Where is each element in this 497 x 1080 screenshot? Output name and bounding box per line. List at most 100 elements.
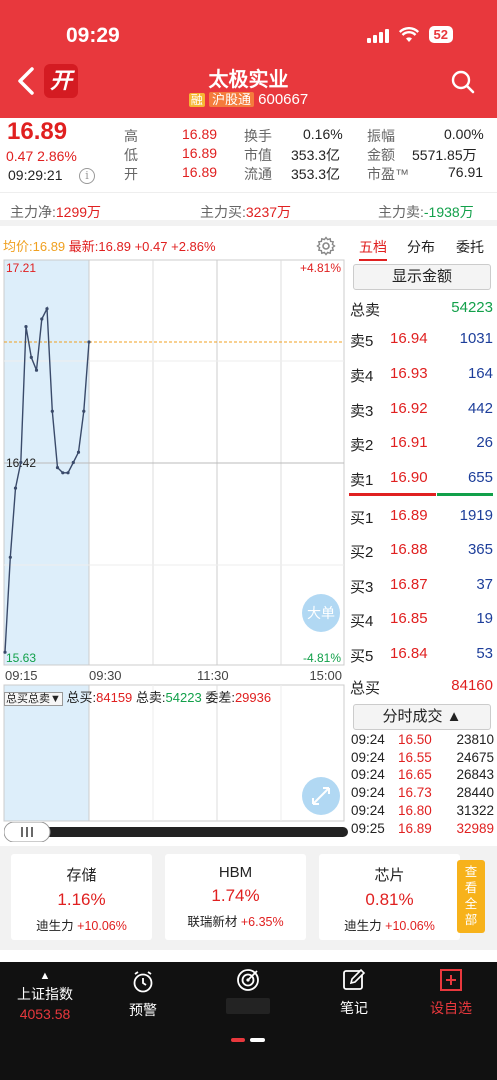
status-time: 09:29: [66, 24, 120, 47]
caret-up-icon: ▲: [446, 708, 462, 725]
bid-row: 买4 16.85 19: [350, 610, 493, 630]
nav-add-watchlist[interactable]: 设自选: [421, 968, 481, 1018]
price-point: [55, 466, 60, 470]
main-sell: 主力卖:-1938万: [378, 204, 474, 220]
y-min-label: 15.63: [6, 651, 36, 665]
caret-up-icon: ▲: [39, 970, 51, 982]
tab-orders[interactable]: 委托: [456, 237, 484, 257]
main-buy: 主力买:3237万: [200, 204, 292, 220]
gear-icon[interactable]: [316, 236, 336, 256]
chart-scrollbar[interactable]: [4, 822, 348, 842]
price-point: [50, 409, 54, 413]
price-point: [45, 307, 49, 311]
volume-header: 总买总卖▼ 总买:84159 总卖:54223 委差:29936: [4, 690, 272, 706]
nav-note[interactable]: 笔记: [324, 968, 384, 1018]
price-point: [40, 317, 44, 321]
last-price: 16.89: [7, 118, 68, 145]
stock-subtitle: 融 沪股通 600667: [0, 89, 497, 108]
total-sell-row: 总卖 54223: [350, 299, 493, 319]
price-point: [29, 355, 33, 359]
nav-target[interactable]: [218, 967, 278, 1014]
stock-name: 太极实业: [208, 69, 289, 91]
svg-text:大单: 大单: [307, 605, 335, 621]
bottom-nav: ▲ 上证指数 4053.58 预警 笔记 设自选: [0, 962, 497, 1080]
ask-row: 卖2 16.91 26: [350, 434, 493, 454]
float-label: 流通: [244, 166, 272, 182]
margin-badge: 融: [188, 93, 205, 107]
price-point: [71, 460, 75, 465]
orderbook-tabs: 五档 分布 委托: [349, 232, 497, 261]
y-max-label: 17.21: [6, 261, 36, 275]
nav-index[interactable]: ▲ 上证指数 4053.58: [12, 970, 78, 1022]
show-amount-button[interactable]: 显示金额: [353, 264, 491, 290]
info-icon[interactable]: i: [79, 168, 95, 184]
sector-card-hbm[interactable]: HBM 1.74% 联瑞新材 +6.35%: [165, 854, 306, 940]
total-buy-row: 总买 84160: [350, 677, 493, 697]
battery-icon: 52: [428, 26, 453, 43]
low-label: 低: [124, 147, 138, 163]
sector-cards: 存储 1.16% 迪生力 +10.06% HBM 1.74% 联瑞新材 +6.3…: [0, 846, 497, 950]
intraday-chart[interactable]: 17.21 16.42 15.63 +4.81% -4.81% 09:15 09…: [0, 258, 349, 823]
pct-bottom-label: -4.81%: [303, 651, 341, 665]
ask-row: 卖4 16.93 164: [350, 365, 493, 385]
ask-row: 卖5 16.94 1031: [350, 330, 493, 350]
signal-icon: [366, 27, 389, 43]
x-tick-1130: 11:30: [197, 668, 229, 683]
quote-time: 09:29:21: [8, 167, 63, 183]
tab-five-levels[interactable]: 五档: [359, 237, 387, 261]
fullscreen-expand-icon[interactable]: [302, 777, 340, 815]
price-point: [34, 368, 39, 372]
ask-row: 卖1 16.90 655: [350, 469, 493, 489]
see-all-button[interactable]: 查看全部: [457, 860, 485, 933]
trade-row: 09:25 16.89 32989: [351, 821, 494, 836]
amount-value: 5571.85万: [412, 147, 477, 163]
nav-alert[interactable]: 预警: [113, 970, 173, 1020]
blurred-label: [226, 998, 270, 1014]
amount-label: 金额: [367, 147, 395, 163]
amplitude-value: 0.00%: [444, 126, 484, 142]
trade-row: 09:24 16.80 31322: [351, 803, 494, 818]
y-mid-label: 16.42: [6, 456, 36, 470]
price-point: [66, 471, 70, 475]
trade-row: 09:24 16.65 26843: [351, 767, 494, 782]
open-value: 16.89: [182, 164, 218, 180]
bid-ask-ratio-bar: [349, 493, 493, 496]
price-point: [8, 555, 12, 559]
open-label: 开: [124, 166, 138, 182]
trade-row: 09:24 16.73 28440: [351, 785, 494, 800]
volume-indicator-select[interactable]: 总买总卖▼: [4, 692, 63, 706]
sector-card-storage[interactable]: 存储 1.16% 迪生力 +10.06%: [11, 854, 152, 940]
add-square-icon: [440, 969, 462, 991]
turnover-label: 换手: [244, 128, 272, 144]
trade-row: 09:24 16.55 24675: [351, 750, 494, 765]
tab-distribution[interactable]: 分布: [407, 237, 435, 257]
price-point: [76, 450, 81, 454]
header-bar: 09:29 52 开 太极实业 融 沪股通 600667: [0, 0, 497, 118]
wifi-icon: [398, 26, 419, 42]
page-indicator: [231, 1038, 265, 1042]
mktcap-value: 353.3亿: [291, 147, 341, 163]
stock-code: 600667: [258, 91, 309, 108]
float-value: 353.3亿: [291, 166, 341, 182]
bid-row: 买5 16.84 53: [350, 645, 493, 665]
x-tick-0930: 09:30: [89, 668, 122, 683]
net-flow: 主力净:1299万: [10, 204, 102, 220]
tick-trades-button[interactable]: 分时成交 ▲: [353, 704, 491, 730]
target-icon: [237, 969, 259, 991]
price-point: [24, 325, 28, 329]
trade-row: 09:24 16.50 23810: [351, 732, 494, 747]
alarm-clock-icon: [133, 971, 153, 993]
search-icon[interactable]: [451, 70, 475, 94]
low-value: 16.89: [182, 145, 218, 161]
chart-legend: 均价:16.89 最新:16.89 +0.47 +2.86%: [3, 239, 216, 254]
high-label: 高: [124, 128, 138, 144]
pct-top-label: +4.81%: [300, 261, 341, 275]
sector-card-chip[interactable]: 芯片 0.81% 迪生力 +10.06%: [319, 854, 460, 940]
mktcap-label: 市值: [244, 147, 272, 163]
ask-row: 卖3 16.92 442: [350, 400, 493, 420]
turnover-value: 0.16%: [303, 126, 343, 142]
price-point: [13, 486, 18, 490]
big-order-button[interactable]: 大单: [302, 594, 340, 632]
price-point: [82, 409, 86, 413]
bid-row: 买3 16.87 37: [350, 576, 493, 596]
